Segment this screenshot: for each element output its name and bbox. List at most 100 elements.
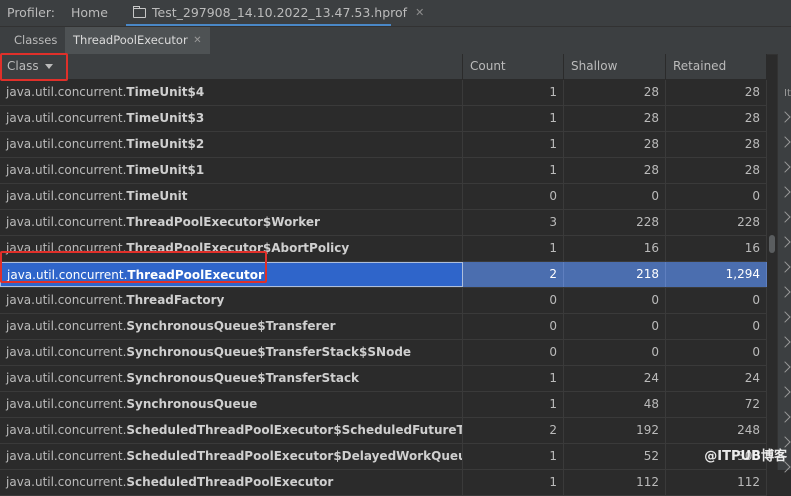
class-name-cell[interactable]: java.util.concurrent.TimeUnit$1: [0, 158, 463, 183]
right-panel-label: It: [784, 88, 791, 99]
shallow-cell: 28: [564, 106, 666, 131]
class-name-cell[interactable]: java.util.concurrent.SynchronousQueue: [0, 392, 463, 417]
class-name: ScheduledThreadPoolExecutor$DelayedWorkQ…: [126, 449, 463, 463]
tab-hprof-file[interactable]: Test_297908_14.10.2022_13.47.53.hprof ✕: [133, 5, 424, 20]
class-name: SynchronousQueue: [126, 397, 258, 411]
class-name-cell[interactable]: java.util.concurrent.TimeUnit$2: [0, 132, 463, 157]
heap-view-tabs: Classes ThreadPoolExecutor ✕: [0, 27, 791, 55]
table-row[interactable]: java.util.concurrent.SynchronousQueue$Tr…: [0, 340, 767, 366]
class-name-cell[interactable]: java.util.concurrent.SynchronousQueue$Tr…: [0, 340, 463, 365]
vertical-scrollbar[interactable]: [767, 79, 777, 470]
column-header-count[interactable]: Count: [463, 54, 564, 79]
table-body: java.util.concurrent.TimeUnit$4 1 28 28 java…: [0, 80, 767, 496]
column-header-shallow[interactable]: Shallow: [564, 54, 666, 79]
package-name: java.util.concurrent.: [6, 319, 127, 333]
classes-table: Class Count Shallow Retained java.util.c…: [0, 54, 767, 496]
class-name-cell[interactable]: java.util.concurrent.ScheduledThreadPool…: [0, 444, 463, 469]
class-name: TimeUnit$2: [126, 137, 205, 151]
scrollbar-thumb[interactable]: [769, 235, 775, 253]
retained-cell: 28: [666, 132, 767, 157]
shallow-cell: 28: [564, 132, 666, 157]
count-cell: 1: [463, 106, 564, 131]
table-row[interactable]: java.util.concurrent.ThreadPoolExecutor$…: [0, 236, 767, 262]
table-row[interactable]: java.util.concurrent.ScheduledThreadPool…: [0, 470, 767, 496]
shallow-cell: 0: [564, 314, 666, 339]
class-name-cell[interactable]: java.util.concurrent.SynchronousQueue$Tr…: [0, 366, 463, 391]
table-row[interactable]: java.util.concurrent.TimeUnit$4 1 28 28: [0, 80, 767, 106]
chevron-right-icon[interactable]: [779, 411, 791, 423]
package-name: java.util.concurrent.: [6, 163, 127, 177]
chevron-right-icon[interactable]: [779, 211, 791, 223]
close-icon[interactable]: ✕: [415, 6, 424, 19]
table-row[interactable]: java.util.concurrent.TimeUnit 0 0 0: [0, 184, 767, 210]
class-name-cell[interactable]: java.util.concurrent.TimeUnit: [0, 184, 463, 209]
class-name: TimeUnit$3: [126, 111, 205, 125]
close-icon[interactable]: ✕: [193, 27, 201, 54]
table-row[interactable]: java.util.concurrent.SynchronousQueue$Tr…: [0, 314, 767, 340]
class-name: SynchronousQueue$TransferStack$SNode: [126, 345, 412, 359]
class-name: ScheduledThreadPoolExecutor: [126, 475, 334, 489]
count-cell: 1: [463, 392, 564, 417]
table-row[interactable]: java.util.concurrent.TimeUnit$2 1 28 28: [0, 132, 767, 158]
retained-cell: 0: [666, 314, 767, 339]
chevron-right-icon[interactable]: [779, 161, 791, 173]
package-name: java.util.concurrent.: [6, 111, 127, 125]
shallow-cell: 24: [564, 366, 666, 391]
table-row[interactable]: java.util.concurrent.ThreadPoolExecutor$…: [0, 210, 767, 236]
retained-cell: 16: [666, 236, 767, 261]
class-name-cell[interactable]: java.util.concurrent.SynchronousQueue$Tr…: [0, 314, 463, 339]
package-name: java.util.concurrent.: [6, 137, 127, 151]
table-row[interactable]: java.util.concurrent.ThreadFactory 0 0 0: [0, 288, 767, 314]
column-header-retained[interactable]: Retained: [666, 54, 767, 79]
class-name-cell[interactable]: java.util.concurrent.ScheduledThreadPool…: [0, 470, 463, 495]
package-name: java.util.concurrent.: [6, 423, 127, 437]
class-name-cell[interactable]: java.util.concurrent.ThreadPoolExecutor$…: [0, 210, 463, 235]
chevron-right-icon[interactable]: [779, 111, 791, 123]
table-row[interactable]: java.util.concurrent.ScheduledThreadPool…: [0, 418, 767, 444]
chevron-right-icon[interactable]: [779, 361, 791, 373]
table-row[interactable]: java.util.concurrent.ScheduledThreadPool…: [0, 444, 767, 470]
package-name: java.util.concurrent.: [6, 397, 127, 411]
chevron-right-icon[interactable]: [779, 186, 791, 198]
chevron-right-icon[interactable]: [779, 311, 791, 323]
package-name: java.util.concurrent.: [6, 371, 127, 385]
shallow-cell: 0: [564, 340, 666, 365]
column-header-class[interactable]: Class: [0, 54, 463, 79]
chevron-right-icon[interactable]: [779, 286, 791, 298]
shallow-cell: 0: [564, 184, 666, 209]
class-name-cell[interactable]: java.util.concurrent.ThreadPoolExecutor$…: [0, 236, 463, 261]
chevron-right-icon[interactable]: [779, 136, 791, 148]
table-row[interactable]: java.util.concurrent.TimeUnit$3 1 28 28: [0, 106, 767, 132]
package-name: java.util.concurrent.: [6, 475, 127, 489]
tab-classes[interactable]: Classes: [6, 27, 65, 54]
table-row[interactable]: java.util.concurrent.ThreadPoolExecutor 2…: [0, 262, 767, 288]
class-name-cell[interactable]: java.util.concurrent.TimeUnit$3: [0, 106, 463, 131]
table-header: Class Count Shallow Retained: [0, 54, 767, 80]
class-name: TimeUnit$4: [126, 85, 205, 99]
table-row[interactable]: java.util.concurrent.SynchronousQueue 1 48…: [0, 392, 767, 418]
class-name-cell[interactable]: java.util.concurrent.TimeUnit$4: [0, 80, 463, 105]
package-name: java.util.concurrent.: [6, 449, 127, 463]
shallow-cell: 28: [564, 80, 666, 105]
shallow-cell: 16: [564, 236, 666, 261]
class-name: SynchronousQueue$Transferer: [126, 319, 336, 333]
class-name-cell[interactable]: java.util.concurrent.ThreadPoolExecutor: [0, 262, 463, 287]
shallow-cell: 28: [564, 158, 666, 183]
chevron-right-icon[interactable]: [779, 386, 791, 398]
chevron-right-icon[interactable]: [779, 261, 791, 273]
package-name: java.util.concurrent.: [6, 241, 127, 255]
table-row[interactable]: java.util.concurrent.TimeUnit$1 1 28 28: [0, 158, 767, 184]
class-name-cell[interactable]: java.util.concurrent.ScheduledThreadPool…: [0, 418, 463, 443]
chevron-right-icon[interactable]: [779, 336, 791, 348]
table-row[interactable]: java.util.concurrent.SynchronousQueue$Tr…: [0, 366, 767, 392]
tab-thread-pool-executor[interactable]: ThreadPoolExecutor ✕: [65, 27, 210, 54]
retained-cell: 112: [666, 470, 767, 495]
shallow-cell: 228: [564, 210, 666, 235]
chevron-right-icon[interactable]: [779, 236, 791, 248]
active-tab-underline: [126, 24, 391, 26]
count-cell: 0: [463, 288, 564, 313]
class-name-cell[interactable]: java.util.concurrent.ThreadFactory: [0, 288, 463, 313]
retained-cell: 0: [666, 288, 767, 313]
retained-cell: 28: [666, 158, 767, 183]
tab-home[interactable]: Home: [71, 5, 108, 20]
